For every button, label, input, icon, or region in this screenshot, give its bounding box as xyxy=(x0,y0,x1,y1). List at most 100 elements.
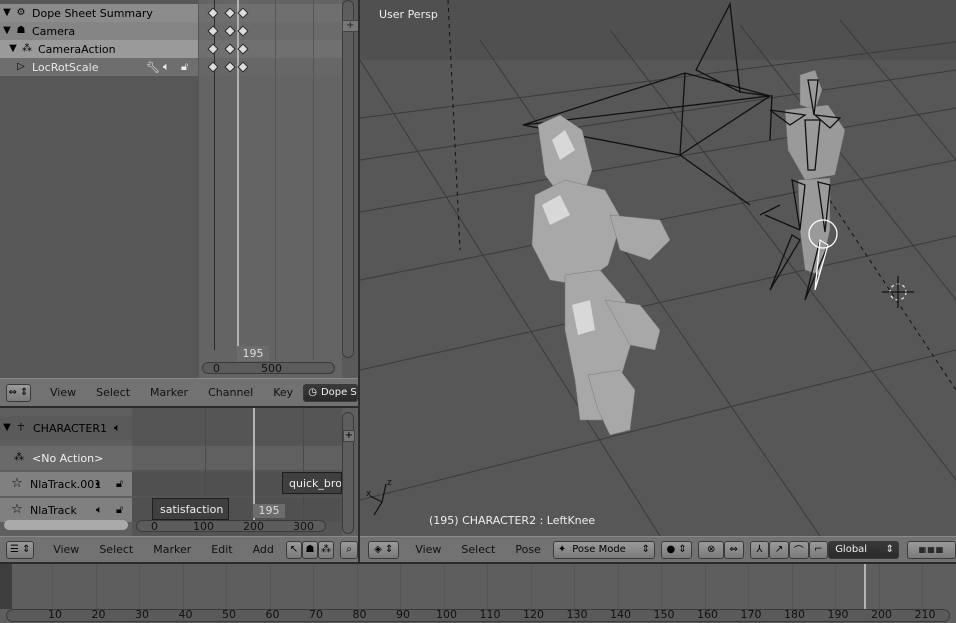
viewport-status-text: (195) CHARACTER2 : LeftKnee xyxy=(429,514,596,527)
timeline-grid-line xyxy=(661,564,662,609)
nla-channel-scrollbar[interactable] xyxy=(4,520,128,530)
menu-marker[interactable]: Marker xyxy=(143,543,201,556)
timeline-tick: 30 xyxy=(135,608,149,621)
svg-text:x: x xyxy=(366,489,372,499)
expand-arrow-icon[interactable]: ▷ xyxy=(14,60,28,74)
mute-speaker-icon[interactable]: 🔈︎ xyxy=(163,60,170,74)
dopesheet-channel-list: ▼ ⚙ Dope Sheet Summary ▼ ☗ Camera ▼ ⁂ Ca… xyxy=(0,0,199,378)
timeline-ruler[interactable]: 10 20 30 40 50 60 70 80 90 100 110 120 130 140 150 160 1… xyxy=(6,608,950,622)
nla-region-plus-icon[interactable]: + xyxy=(343,430,355,442)
menu-edit[interactable]: Edit xyxy=(201,543,242,556)
timeline-tick: 100 xyxy=(436,608,457,621)
mode-select-label: Dope Sh xyxy=(320,387,357,398)
layers-grid[interactable]: ▦▦▦ xyxy=(906,540,956,559)
speaker-icon[interactable]: 🔈︎ xyxy=(96,503,103,517)
speaker-icon[interactable]: 🔈︎ xyxy=(96,477,103,491)
timeline-grid-line xyxy=(95,564,97,609)
expand-arrow-icon[interactable]: ▼ xyxy=(0,24,14,38)
menu-channel[interactable]: Channel xyxy=(198,386,263,399)
shading-select[interactable]: ● ⇕ xyxy=(660,540,693,559)
current-frame-value: 195 xyxy=(242,347,264,360)
channel-label: Camera xyxy=(32,24,76,38)
summary-icon: ⚙ xyxy=(16,7,26,18)
mode-select[interactable]: ✦ Pose Mode ⇕ xyxy=(552,540,655,559)
star-icon[interactable]: ☆ xyxy=(10,477,24,491)
menu-view[interactable]: View xyxy=(405,543,451,556)
menu-select[interactable]: Select xyxy=(89,543,143,556)
nla-track-nlatrack[interactable]: ☆ NlaTrack 🔈︎ 🔓︎ xyxy=(0,498,132,522)
timeline-tick: 130 xyxy=(566,608,588,621)
menu-marker[interactable]: Marker xyxy=(140,386,198,399)
horizontal-scrollbar[interactable]: 0 500 xyxy=(202,362,335,375)
scroll-label-end: 500 xyxy=(261,362,282,375)
channel-dope-sheet-summary[interactable]: ▼ ⚙ Dope Sheet Summary xyxy=(0,4,198,22)
timeline-grid-line xyxy=(530,564,532,609)
current-frame-line[interactable] xyxy=(237,0,239,350)
timeline-tick: 190 xyxy=(827,608,849,621)
pivot-select[interactable]: ⊗ xyxy=(698,540,724,559)
timeline-current-frame-line[interactable] xyxy=(864,564,866,609)
orientation-select[interactable]: Global ⇕ xyxy=(828,540,899,559)
nla-action-line[interactable]: ⁂ <No Action> xyxy=(0,446,132,470)
lock-icon[interactable]: 🔓︎ xyxy=(181,60,188,74)
action-icon: ⁂ xyxy=(14,452,24,463)
timeline-tick: 50 xyxy=(222,608,236,621)
nla-horizontal-scrollbar[interactable]: 0 100 200 300 xyxy=(136,520,326,533)
lock-icon[interactable]: 🔓︎ xyxy=(116,477,123,491)
nla-strip-satisfaction[interactable]: satisfaction xyxy=(152,498,229,520)
area-divider[interactable] xyxy=(358,0,360,562)
channel-label: LocRotScale xyxy=(32,60,99,74)
nla-track-nlatrack001[interactable]: ☆ NlaTrack.001 🔈︎ 🔓︎ xyxy=(0,472,132,496)
nla-track-label: <No Action> xyxy=(32,451,104,465)
star-icon[interactable]: ☆ xyxy=(10,503,24,517)
current-frame-indicator[interactable]: 195 xyxy=(253,504,285,518)
viewport-header: ◈ ⇕ View Select Pose ✦ Pose Mode ⇕ ● ⇕ ⊗ ⇔… xyxy=(360,536,956,562)
mode-select[interactable]: ◷Dope Sh xyxy=(303,383,358,402)
select-cursor-icon[interactable]: ↖ xyxy=(285,540,302,559)
timeline[interactable]: 10 20 30 40 50 60 70 80 90 100 110 120 130 140 150 160 1… xyxy=(0,562,956,623)
menu-view[interactable]: View xyxy=(43,543,89,556)
nla-track-character1[interactable]: ▼ ☥ CHARACTER1 🔈︎ xyxy=(0,416,132,440)
nla-strip-label: quick_brok xyxy=(289,477,342,490)
speaker-icon[interactable]: 🔈︎ xyxy=(114,421,121,435)
timeline-grid-line xyxy=(835,564,836,609)
rotate-manipulator-icon[interactable]: ⌒ xyxy=(788,540,809,559)
manipulator-toggle[interactable]: ⇔ xyxy=(723,540,744,559)
nla-strip-area[interactable]: quick_brok satisfaction 195 0 100 200 30… xyxy=(132,408,342,538)
zoom-search-icon[interactable]: ⌕ xyxy=(340,540,358,559)
channel-camera[interactable]: ▼ ☗ Camera xyxy=(0,22,198,40)
scale-manipulator-icon[interactable]: ⌐ xyxy=(808,540,829,559)
nla-strip-quick-brok[interactable]: quick_brok xyxy=(282,472,342,494)
timeline-tick: 70 xyxy=(309,608,323,621)
expand-arrow-icon[interactable]: ▼ xyxy=(0,421,14,435)
timeline-tick: 40 xyxy=(178,608,193,621)
channel-camera-action[interactable]: ▼ ⁂ CameraAction xyxy=(0,40,198,58)
menu-select[interactable]: Select xyxy=(451,543,505,556)
ghost-icon[interactable]: ☗ xyxy=(301,540,319,559)
dopesheet-keyframe-area[interactable]: 195 0 500 xyxy=(199,0,342,378)
filter-icon[interactable]: ⁂ xyxy=(318,540,335,559)
menu-pose[interactable]: Pose xyxy=(505,543,550,556)
timeline-grid-line xyxy=(443,564,445,609)
timeline-frame-start xyxy=(0,564,12,609)
vertical-scrollbar[interactable] xyxy=(342,0,354,358)
editor-type-button[interactable]: ☰ ⇕ xyxy=(6,540,35,559)
wrench-icon[interactable]: 🔧︎ xyxy=(146,61,160,74)
transform-manipulator-icon[interactable]: ⅄ xyxy=(749,540,770,559)
menu-key[interactable]: Key xyxy=(263,386,303,399)
timeline-tick: 90 xyxy=(396,608,410,621)
viewport-3d[interactable]: z x User Persp (195) CHARACTER2 : LeftKn… xyxy=(360,0,956,536)
nla-header: ☰ ⇕ View Select Marker Edit Add ↖ ☗ ⁂ ⌕ xyxy=(0,536,358,562)
current-frame-indicator[interactable]: 195 xyxy=(237,346,269,361)
timeline-grid-line xyxy=(748,564,749,609)
menu-add[interactable]: Add xyxy=(243,543,284,556)
expand-arrow-icon[interactable]: ▼ xyxy=(6,42,20,56)
translate-manipulator-icon[interactable]: ↗ xyxy=(769,540,789,559)
menu-select[interactable]: Select xyxy=(86,386,140,399)
lock-icon[interactable]: 🔓︎ xyxy=(116,503,123,517)
channel-locrotscale[interactable]: ▷ LocRotScale 🔧︎ 🔈︎ 🔓︎ xyxy=(0,58,198,76)
editor-type-button[interactable]: ◈ ⇕ xyxy=(368,540,400,559)
expand-arrow-icon[interactable]: ▼ xyxy=(0,6,14,20)
editor-type-button[interactable]: ⇔ ⇕ xyxy=(6,383,31,402)
menu-view[interactable]: View xyxy=(40,386,86,399)
